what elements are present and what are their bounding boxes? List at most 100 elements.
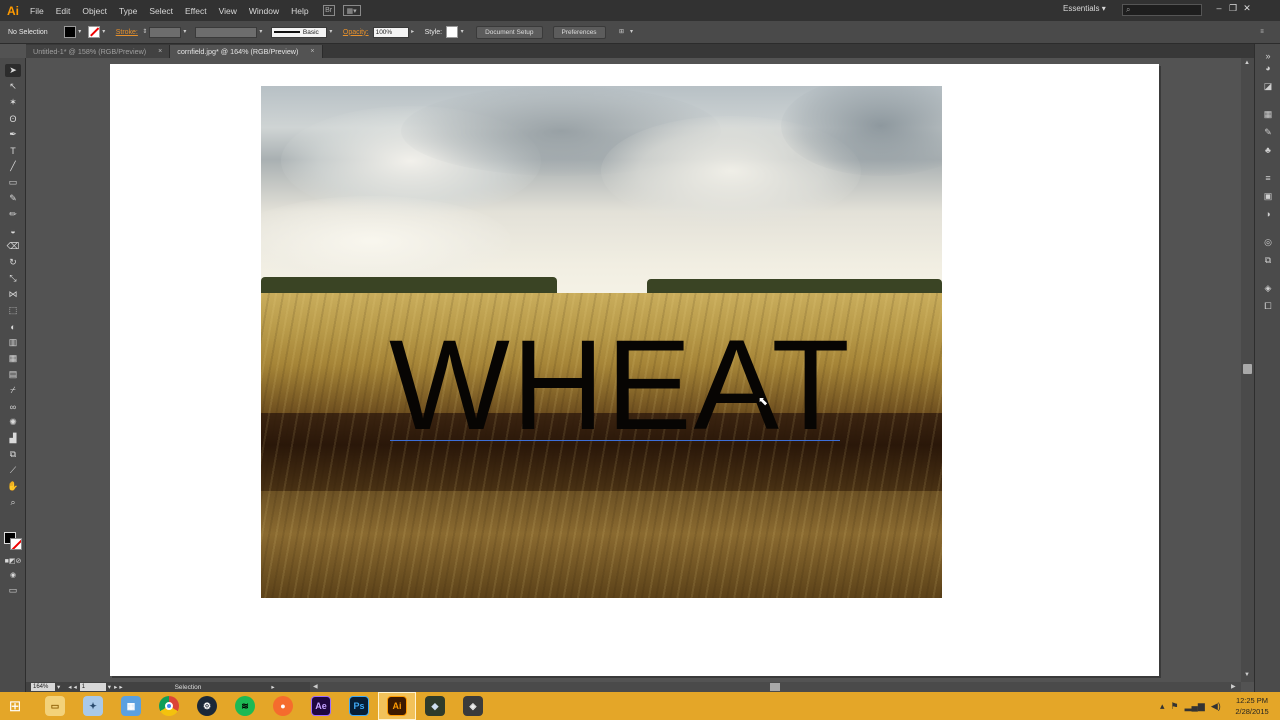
last-artboard-icon[interactable]: ▸: [119, 683, 122, 691]
stroke-color-icon[interactable]: [10, 538, 22, 550]
network-icon[interactable]: ▂▄▆: [1185, 701, 1205, 712]
menu-object[interactable]: Object: [76, 6, 113, 16]
draw-mode-icon[interactable]: ◉: [5, 568, 21, 581]
taskbar-calculator[interactable]: ▦: [112, 692, 150, 720]
panel-menu-icon[interactable]: ≡: [1258, 27, 1266, 37]
screen-mode-icon[interactable]: ▭: [5, 584, 21, 597]
menu-file[interactable]: File: [24, 6, 50, 16]
scroll-thumb[interactable]: [1243, 364, 1252, 374]
blend-tool-icon[interactable]: ∞: [5, 400, 21, 413]
menu-type[interactable]: Type: [113, 6, 143, 16]
windows-start-icon[interactable]: ⊞: [0, 692, 30, 720]
chevron-down-icon[interactable]: ▾: [257, 27, 265, 37]
magic-wand-tool-icon[interactable]: ✶: [5, 96, 21, 109]
menu-edit[interactable]: Edit: [50, 6, 77, 16]
previous-artboard-icon[interactable]: ◂: [74, 683, 77, 691]
flag-icon[interactable]: ⚑: [1171, 701, 1179, 712]
taskbar-app-2[interactable]: ◈: [454, 692, 492, 720]
zoom-tool-icon[interactable]: ⌕: [5, 496, 21, 509]
scroll-left-icon[interactable]: ◀: [313, 683, 318, 690]
taskbar-spotify[interactable]: ≋: [226, 692, 264, 720]
blob-brush-tool-icon[interactable]: ◒: [5, 224, 21, 237]
stroke-panel-icon[interactable]: ≡: [1261, 172, 1275, 184]
stroke-weight-field[interactable]: [148, 26, 181, 38]
lasso-tool-icon[interactable]: ʘ: [5, 112, 21, 125]
menu-window[interactable]: Window: [243, 6, 285, 16]
stepper-icon[interactable]: ⇕: [141, 27, 149, 37]
artboards-panel-icon[interactable]: ⧠: [1261, 300, 1275, 312]
fill-swatch[interactable]: [63, 26, 76, 38]
next-artboard-icon[interactable]: ▸: [114, 683, 117, 691]
chevron-down-icon[interactable]: ▾: [327, 27, 335, 37]
type-tool-icon[interactable]: T: [5, 144, 21, 157]
close-icon[interactable]: ×: [158, 48, 162, 55]
swatches-panel-icon[interactable]: ▦: [1261, 108, 1275, 120]
zoom-field[interactable]: 164%: [31, 683, 55, 691]
brush-definition-field[interactable]: Basic: [270, 26, 327, 38]
taskbar-photoshop[interactable]: Ps: [340, 692, 378, 720]
slice-tool-icon[interactable]: ⟋: [5, 464, 21, 477]
vertical-scrollbar[interactable]: ▲ ▼: [1241, 58, 1254, 682]
taskbar-chrome[interactable]: [150, 692, 188, 720]
minimize-icon[interactable]: –: [1212, 2, 1226, 14]
chevron-down-icon[interactable]: ▾: [181, 27, 189, 37]
arrange-icon[interactable]: ⊞: [616, 27, 628, 37]
restore-icon[interactable]: ❐: [1226, 2, 1240, 14]
eraser-tool-icon[interactable]: ⌫: [5, 240, 21, 253]
canvas-area[interactable]: WHEAT: [26, 58, 1241, 682]
show-hidden-icons-icon[interactable]: ▴: [1160, 701, 1165, 712]
search-help-input[interactable]: ⌕: [1122, 4, 1202, 16]
menu-effect[interactable]: Effect: [179, 6, 213, 16]
mesh-tool-icon[interactable]: ▦: [5, 352, 21, 365]
horizontal-scrollbar[interactable]: ◀ ▶: [310, 682, 1241, 692]
document-setup-button[interactable]: Document Setup: [476, 25, 543, 39]
menu-view[interactable]: View: [213, 6, 243, 16]
opacity-label[interactable]: Opacity:: [343, 29, 369, 36]
taskbar-file-explorer[interactable]: ▭: [36, 692, 74, 720]
symbol-sprayer-tool-icon[interactable]: ✺: [5, 416, 21, 429]
transparency-panel-icon[interactable]: ◑: [1261, 208, 1275, 220]
scroll-up-icon[interactable]: ▲: [1244, 60, 1250, 66]
menu-help[interactable]: Help: [285, 6, 314, 16]
tab-untitled-1[interactable]: Untitled-1* @ 158% (RGB/Preview) ×: [26, 45, 171, 58]
artboard-number-field[interactable]: 1: [79, 683, 106, 691]
stroke-label[interactable]: Stroke:: [116, 29, 138, 36]
rotate-tool-icon[interactable]: ↻: [5, 256, 21, 269]
selection-tool-icon[interactable]: ➤: [5, 64, 21, 77]
color-guide-icon[interactable]: ◪: [1261, 80, 1275, 92]
taskbar-illustrator[interactable]: Ai: [378, 692, 416, 720]
rectangle-tool-icon[interactable]: ▭: [5, 176, 21, 189]
style-swatch[interactable]: [446, 26, 459, 38]
chevron-down-icon[interactable]: ▾: [628, 27, 636, 37]
hand-tool-icon[interactable]: ✋: [5, 480, 21, 493]
layers-panel-icon[interactable]: ◈: [1261, 282, 1275, 294]
free-transform-tool-icon[interactable]: ⬚: [5, 304, 21, 317]
artboard-tool-icon[interactable]: ⧉: [5, 448, 21, 461]
width-tool-icon[interactable]: ⋈: [5, 288, 21, 301]
shape-builder-tool-icon[interactable]: ◐: [5, 320, 21, 333]
graphic-styles-icon[interactable]: ⧉: [1261, 254, 1275, 266]
close-icon[interactable]: ✕: [1240, 2, 1254, 14]
pencil-tool-icon[interactable]: ✏: [5, 208, 21, 221]
perspective-grid-tool-icon[interactable]: ▥: [5, 336, 21, 349]
scroll-thumb[interactable]: [770, 683, 780, 691]
first-artboard-icon[interactable]: ◂: [68, 683, 71, 691]
paintbrush-tool-icon[interactable]: ✎: [5, 192, 21, 205]
pen-tool-icon[interactable]: ✒: [5, 128, 21, 141]
color-panel-icon[interactable]: ◕: [1261, 62, 1275, 74]
taskbar-after-effects[interactable]: Ae: [302, 692, 340, 720]
chevron-down-icon[interactable]: ▸: [409, 27, 417, 37]
menu-select[interactable]: Select: [143, 6, 179, 16]
tab-cornfield[interactable]: cornfield.jpg* @ 164% (RGB/Preview) ×: [170, 45, 323, 58]
scroll-right-icon[interactable]: ▶: [1231, 683, 1236, 690]
variable-width-field[interactable]: [194, 26, 257, 38]
taskbar-origin[interactable]: ●: [264, 692, 302, 720]
wheat-text-object[interactable]: WHEAT: [389, 322, 852, 450]
symbols-panel-icon[interactable]: ♣: [1261, 144, 1275, 156]
close-icon[interactable]: ×: [310, 48, 314, 55]
eyedropper-tool-icon[interactable]: ⌿: [5, 384, 21, 397]
chevron-down-icon[interactable]: ▾: [100, 27, 108, 37]
chevron-down-icon[interactable]: ▾: [458, 27, 466, 37]
scroll-down-icon[interactable]: ▼: [1244, 672, 1250, 678]
artboard[interactable]: WHEAT: [110, 64, 1159, 676]
